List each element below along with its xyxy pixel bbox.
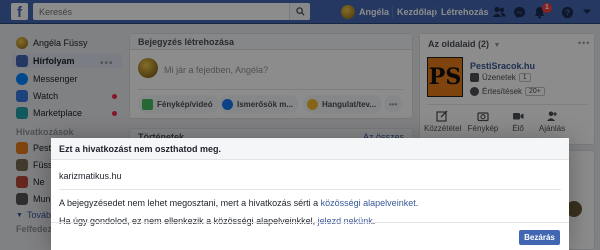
dialog-message-report: Ha úgy gondolod, ez nem ellenkezik a köz… — [59, 215, 561, 227]
report-to-us-link[interactable]: jelezd nekünk — [318, 216, 373, 226]
dialog-message-policy: A bejegyzésedet nem lehet megosztani, me… — [59, 197, 561, 209]
dialog-title: Ezt a hivatkozást nem oszthatod meg. — [51, 138, 569, 160]
message-text: Ha úgy gondolod, ez nem ellenkezik a köz… — [59, 216, 318, 226]
dialog-body: karizmatikus.hu A bejegyzésedet nem lehe… — [51, 160, 569, 235]
divider — [51, 222, 569, 223]
shared-link-url: karizmatikus.hu — [59, 171, 122, 181]
message-text: . — [415, 198, 419, 208]
cannot-share-dialog: Ezt a hivatkozást nem oszthatod meg. kar… — [51, 138, 569, 250]
close-button[interactable]: Bezárás — [519, 230, 560, 245]
divider — [59, 189, 561, 190]
community-standards-link[interactable]: közösségi alapelveinket — [321, 198, 416, 208]
message-text: A bejegyzésedet nem lehet megosztani, me… — [59, 198, 321, 208]
message-text: . — [372, 216, 376, 226]
